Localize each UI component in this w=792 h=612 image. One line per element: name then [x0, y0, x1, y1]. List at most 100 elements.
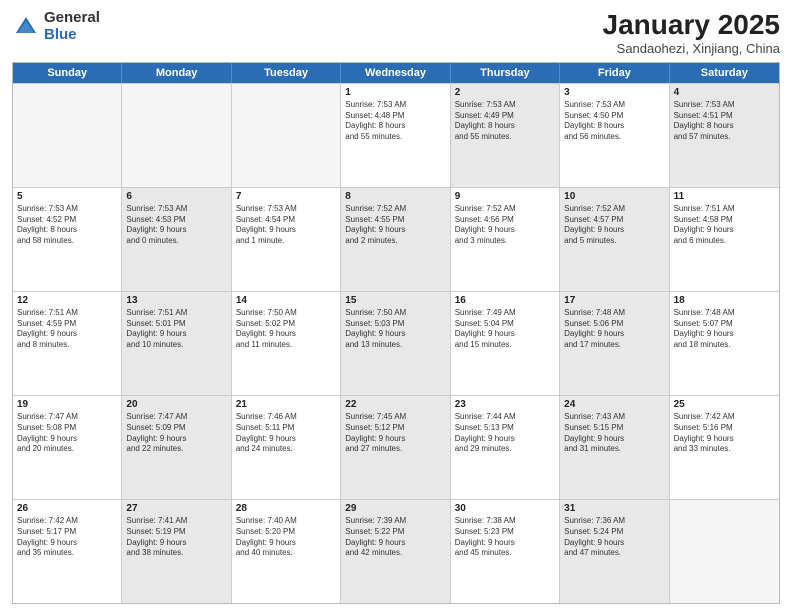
day-number: 5 [17, 191, 117, 202]
day-info: Sunrise: 7:38 AM Sunset: 5:23 PM Dayligh… [455, 516, 555, 559]
day-cell-14: 14Sunrise: 7:50 AM Sunset: 5:02 PM Dayli… [232, 292, 341, 395]
day-number: 15 [345, 295, 445, 306]
header-cell-saturday: Saturday [670, 63, 779, 83]
day-number: 2 [455, 87, 555, 98]
day-cell-20: 20Sunrise: 7:47 AM Sunset: 5:09 PM Dayli… [122, 396, 231, 499]
day-number: 31 [564, 503, 664, 514]
day-number: 11 [674, 191, 775, 202]
header-cell-sunday: Sunday [13, 63, 122, 83]
header-cell-wednesday: Wednesday [341, 63, 450, 83]
day-cell-13: 13Sunrise: 7:51 AM Sunset: 5:01 PM Dayli… [122, 292, 231, 395]
day-info: Sunrise: 7:53 AM Sunset: 4:53 PM Dayligh… [126, 204, 226, 247]
day-info: Sunrise: 7:53 AM Sunset: 4:54 PM Dayligh… [236, 204, 336, 247]
day-info: Sunrise: 7:51 AM Sunset: 4:58 PM Dayligh… [674, 204, 775, 247]
page: General Blue January 2025 Sandaohezi, Xi… [0, 0, 792, 612]
title-block: January 2025 Sandaohezi, Xinjiang, China [603, 10, 780, 56]
calendar-body: 1 Sunrise: 7:53 AM Sunset: 4:48 PM Daylig… [13, 83, 779, 603]
day-cell-29: 29 Sunrise: 7:39 AM Sunset: 5:22 PM Dayli… [341, 500, 450, 603]
empty-cell [670, 500, 779, 603]
day-number: 28 [236, 503, 336, 514]
calendar-week-5: 26 Sunrise: 7:42 AM Sunset: 5:17 PM Dayli… [13, 499, 779, 603]
day-info: Sunrise: 7:41 AM Sunset: 5:19 PM Dayligh… [126, 516, 226, 559]
day-number: 9 [455, 191, 555, 202]
day-number: 27 [126, 503, 226, 514]
calendar-subtitle: Sandaohezi, Xinjiang, China [603, 41, 780, 56]
logo: General Blue [12, 10, 100, 43]
day-cell-18: 18 Sunrise: 7:48 AM Sunset: 5:07 PM Dayli… [670, 292, 779, 395]
day-cell-25: 25 Sunrise: 7:42 AM Sunset: 5:16 PM Dayli… [670, 396, 779, 499]
logo-general: General [44, 10, 100, 27]
calendar-week-3: 12 Sunrise: 7:51 AM Sunset: 4:59 PM Dayli… [13, 291, 779, 395]
day-info: Sunrise: 7:50 AM Sunset: 5:03 PM Dayligh… [345, 308, 445, 351]
day-cell-8: 8Sunrise: 7:52 AM Sunset: 4:55 PM Daylig… [341, 188, 450, 291]
day-info: Sunrise: 7:48 AM Sunset: 5:07 PM Dayligh… [674, 308, 775, 351]
day-info: Sunrise: 7:53 AM Sunset: 4:50 PM Dayligh… [564, 100, 664, 143]
day-info: Sunrise: 7:40 AM Sunset: 5:20 PM Dayligh… [236, 516, 336, 559]
day-info: Sunrise: 7:53 AM Sunset: 4:49 PM Dayligh… [455, 100, 555, 143]
day-info: Sunrise: 7:39 AM Sunset: 5:22 PM Dayligh… [345, 516, 445, 559]
day-cell-4: 4 Sunrise: 7:53 AM Sunset: 4:51 PM Daylig… [670, 84, 779, 187]
day-info: Sunrise: 7:46 AM Sunset: 5:11 PM Dayligh… [236, 412, 336, 455]
calendar-header: SundayMondayTuesdayWednesdayThursdayFrid… [13, 63, 779, 83]
day-info: Sunrise: 7:42 AM Sunset: 5:16 PM Dayligh… [674, 412, 775, 455]
day-info: Sunrise: 7:52 AM Sunset: 4:57 PM Dayligh… [564, 204, 664, 247]
day-number: 26 [17, 503, 117, 514]
calendar-week-1: 1 Sunrise: 7:53 AM Sunset: 4:48 PM Daylig… [13, 83, 779, 187]
header-cell-thursday: Thursday [451, 63, 560, 83]
day-info: Sunrise: 7:51 AM Sunset: 4:59 PM Dayligh… [17, 308, 117, 351]
day-cell-28: 28 Sunrise: 7:40 AM Sunset: 5:20 PM Dayli… [232, 500, 341, 603]
day-cell-26: 26 Sunrise: 7:42 AM Sunset: 5:17 PM Dayli… [13, 500, 122, 603]
logo-blue: Blue [44, 27, 100, 44]
day-cell-31: 31 Sunrise: 7:36 AM Sunset: 5:24 PM Dayli… [560, 500, 669, 603]
day-info: Sunrise: 7:48 AM Sunset: 5:06 PM Dayligh… [564, 308, 664, 351]
day-number: 24 [564, 399, 664, 410]
day-number: 10 [564, 191, 664, 202]
day-info: Sunrise: 7:52 AM Sunset: 4:56 PM Dayligh… [455, 204, 555, 247]
day-cell-6: 6Sunrise: 7:53 AM Sunset: 4:53 PM Daylig… [122, 188, 231, 291]
day-number: 4 [674, 87, 775, 98]
day-info: Sunrise: 7:52 AM Sunset: 4:55 PM Dayligh… [345, 204, 445, 247]
day-number: 29 [345, 503, 445, 514]
day-number: 17 [564, 295, 664, 306]
day-cell-22: 22Sunrise: 7:45 AM Sunset: 5:12 PM Dayli… [341, 396, 450, 499]
day-number: 21 [236, 399, 336, 410]
day-number: 19 [17, 399, 117, 410]
day-info: Sunrise: 7:53 AM Sunset: 4:48 PM Dayligh… [345, 100, 445, 143]
day-number: 7 [236, 191, 336, 202]
calendar-title: January 2025 [603, 10, 780, 41]
day-info: Sunrise: 7:49 AM Sunset: 5:04 PM Dayligh… [455, 308, 555, 351]
header-cell-monday: Monday [122, 63, 231, 83]
empty-cell [122, 84, 231, 187]
day-number: 30 [455, 503, 555, 514]
day-number: 25 [674, 399, 775, 410]
day-cell-7: 7 Sunrise: 7:53 AM Sunset: 4:54 PM Daylig… [232, 188, 341, 291]
day-number: 20 [126, 399, 226, 410]
day-info: Sunrise: 7:53 AM Sunset: 4:51 PM Dayligh… [674, 100, 775, 143]
day-cell-16: 16 Sunrise: 7:49 AM Sunset: 5:04 PM Dayli… [451, 292, 560, 395]
day-cell-9: 9 Sunrise: 7:52 AM Sunset: 4:56 PM Daylig… [451, 188, 560, 291]
day-cell-12: 12 Sunrise: 7:51 AM Sunset: 4:59 PM Dayli… [13, 292, 122, 395]
calendar: SundayMondayTuesdayWednesdayThursdayFrid… [12, 62, 780, 604]
day-number: 14 [236, 295, 336, 306]
day-cell-3: 3 Sunrise: 7:53 AM Sunset: 4:50 PM Daylig… [560, 84, 669, 187]
day-info: Sunrise: 7:36 AM Sunset: 5:24 PM Dayligh… [564, 516, 664, 559]
day-number: 3 [564, 87, 664, 98]
day-cell-15: 15 Sunrise: 7:50 AM Sunset: 5:03 PM Dayli… [341, 292, 450, 395]
day-cell-2: 2 Sunrise: 7:53 AM Sunset: 4:49 PM Daylig… [451, 84, 560, 187]
day-cell-1: 1 Sunrise: 7:53 AM Sunset: 4:48 PM Daylig… [341, 84, 450, 187]
day-info: Sunrise: 7:45 AM Sunset: 5:12 PM Dayligh… [345, 412, 445, 455]
day-info: Sunrise: 7:43 AM Sunset: 5:15 PM Dayligh… [564, 412, 664, 455]
day-info: Sunrise: 7:51 AM Sunset: 5:01 PM Dayligh… [126, 308, 226, 351]
day-info: Sunrise: 7:42 AM Sunset: 5:17 PM Dayligh… [17, 516, 117, 559]
day-number: 18 [674, 295, 775, 306]
day-cell-11: 11 Sunrise: 7:51 AM Sunset: 4:58 PM Dayli… [670, 188, 779, 291]
day-number: 16 [455, 295, 555, 306]
day-number: 1 [345, 87, 445, 98]
header-cell-tuesday: Tuesday [232, 63, 341, 83]
calendar-week-4: 19Sunrise: 7:47 AM Sunset: 5:08 PM Dayli… [13, 395, 779, 499]
empty-cell [13, 84, 122, 187]
day-cell-21: 21 Sunrise: 7:46 AM Sunset: 5:11 PM Dayli… [232, 396, 341, 499]
day-number: 12 [17, 295, 117, 306]
day-info: Sunrise: 7:44 AM Sunset: 5:13 PM Dayligh… [455, 412, 555, 455]
logo-icon [12, 13, 40, 41]
